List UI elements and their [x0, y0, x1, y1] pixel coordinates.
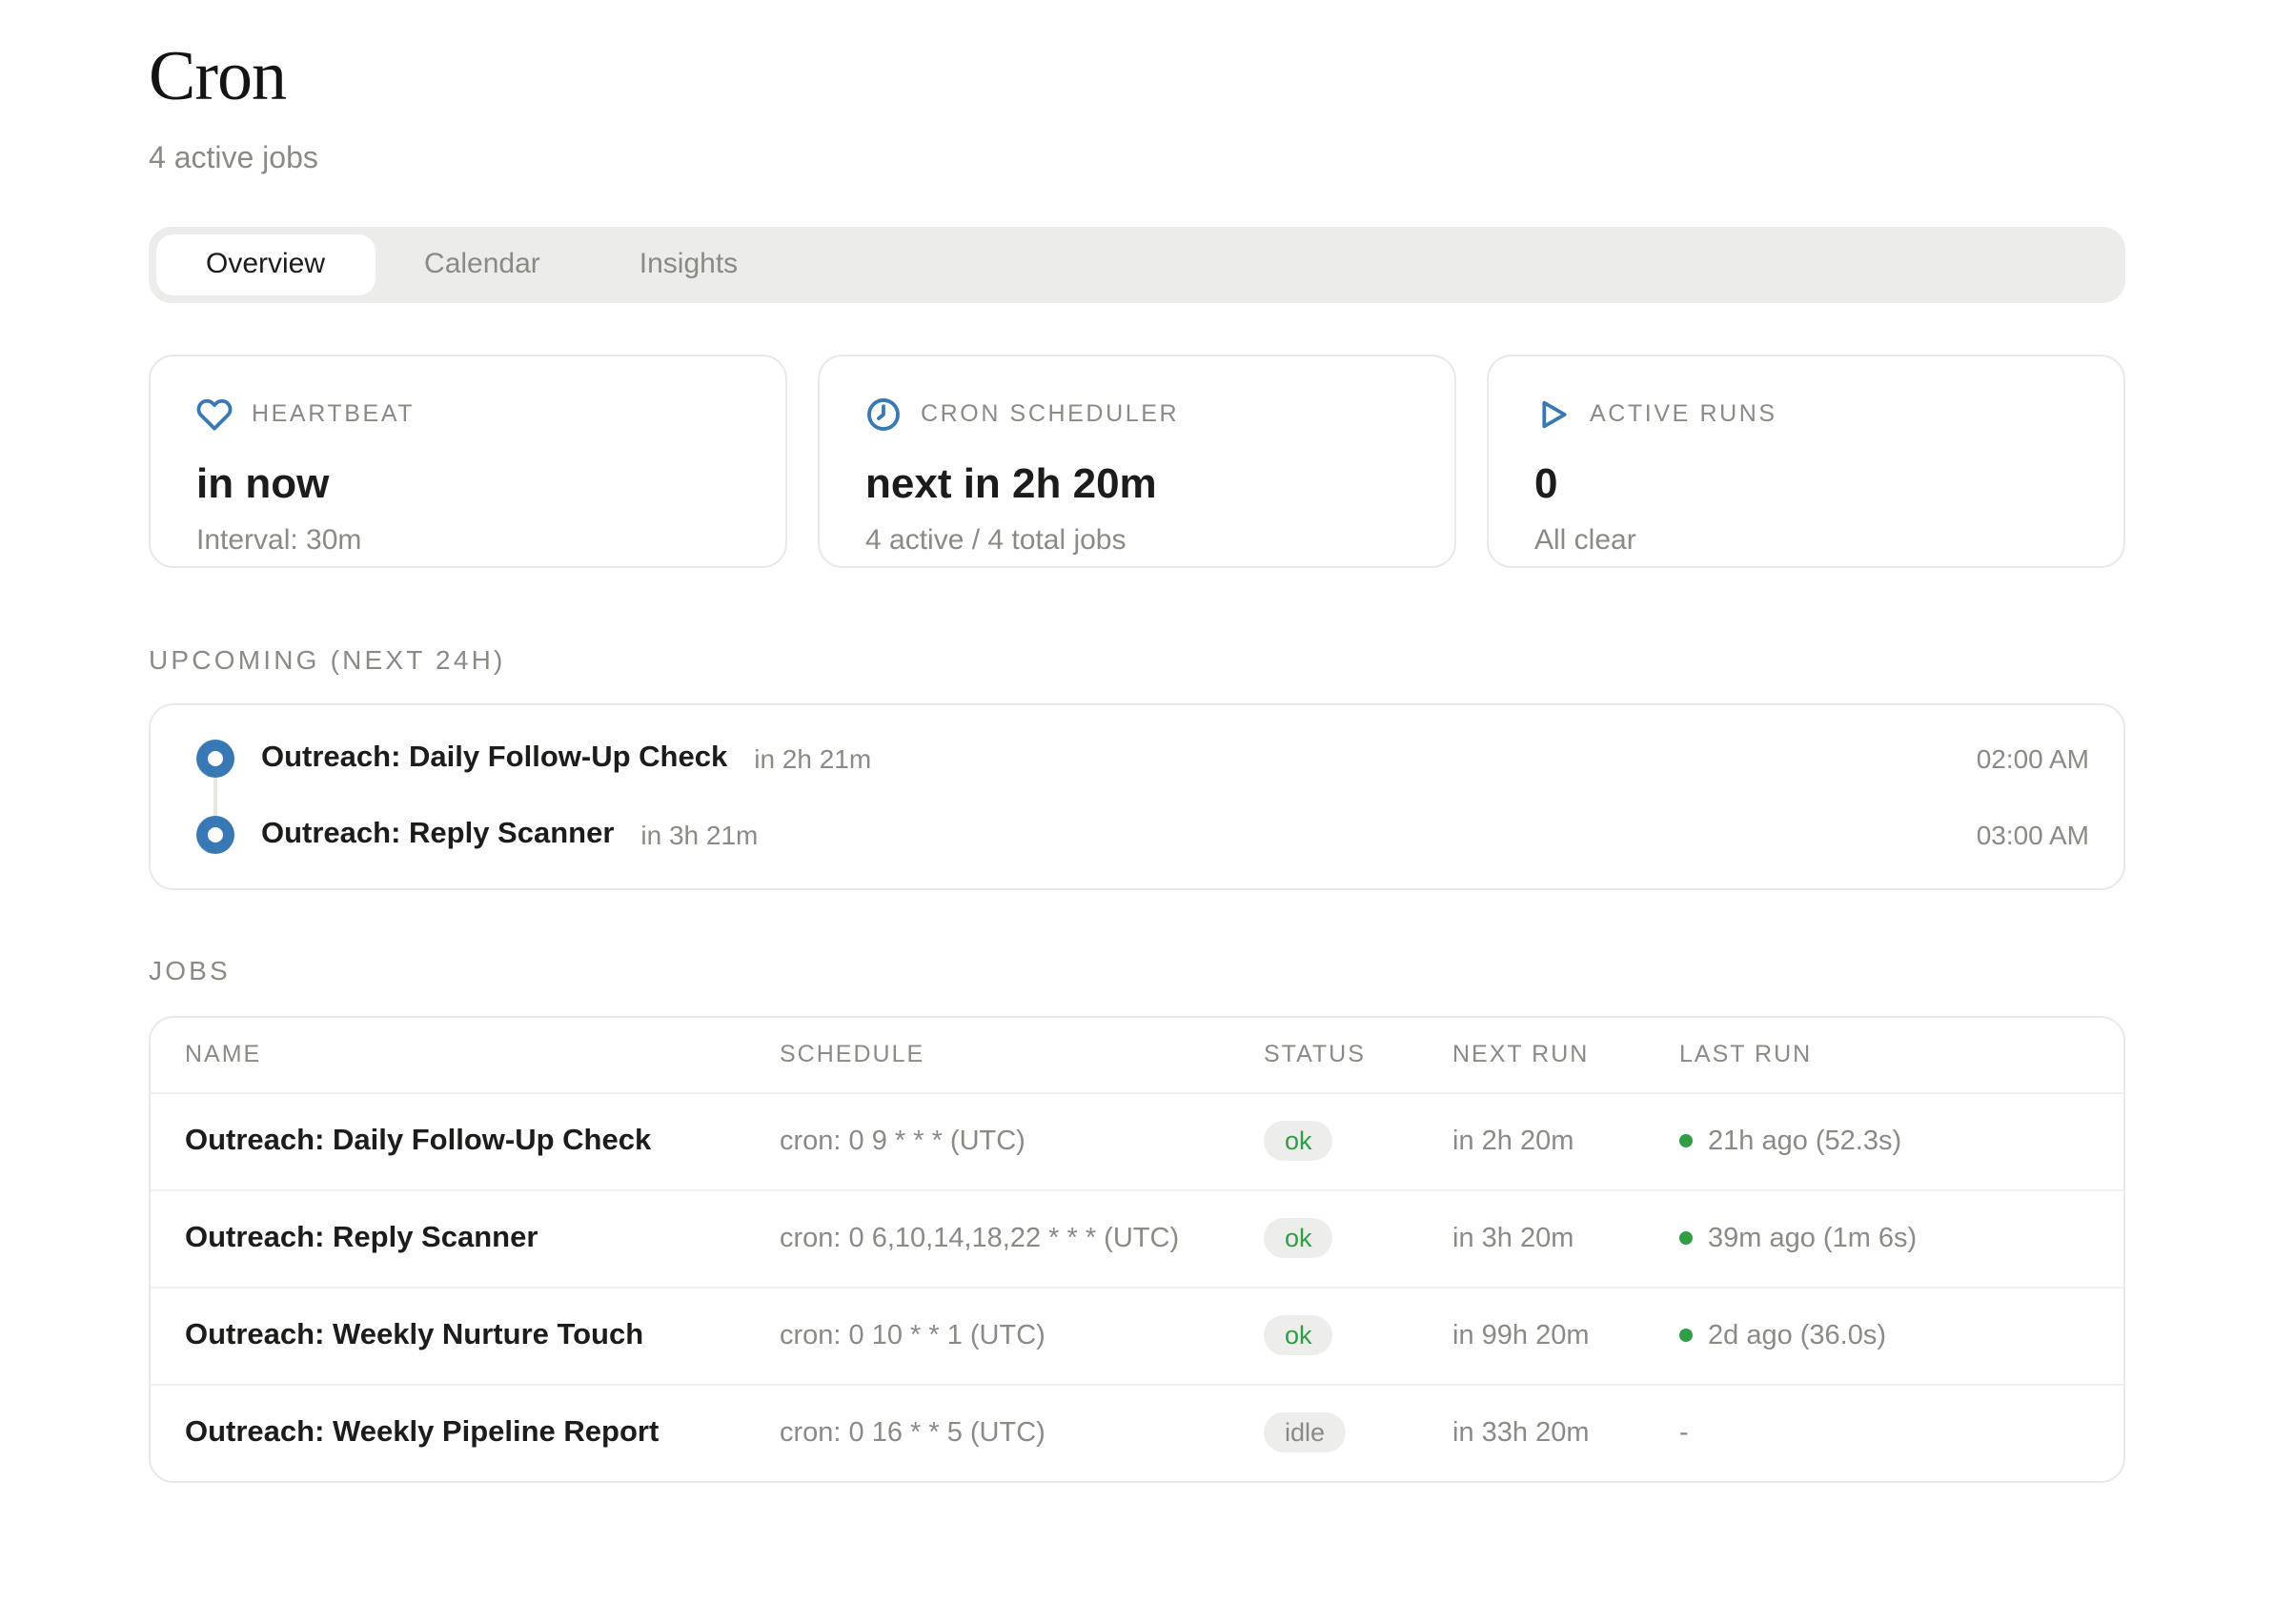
upcoming-item[interactable]: Outreach: Daily Follow-Up Check in 2h 21… [151, 720, 2123, 796]
active-runs-status: All clear [1534, 523, 2078, 556]
timeline-dot-icon [196, 739, 234, 777]
job-name: Outreach: Weekly Pipeline Report [185, 1415, 780, 1450]
column-header-last-run: LAST RUN [1679, 1041, 2089, 1067]
tab-insights[interactable]: Insights [590, 233, 787, 294]
job-next-run: in 99h 20m [1452, 1320, 1679, 1350]
stat-label: HEARTBEAT [252, 400, 415, 427]
table-row[interactable]: Outreach: Daily Follow-Up Check cron: 0 … [151, 1091, 2123, 1188]
stat-label: ACTIVE RUNS [1590, 400, 1777, 427]
upcoming-section-heading: UPCOMING (NEXT 24H) [149, 643, 2125, 674]
job-last-run: 39m ago (1m 6s) [1679, 1223, 2089, 1253]
active-runs-count: 0 [1534, 458, 2078, 508]
job-name: Outreach: Daily Follow-Up Check [185, 1124, 780, 1158]
next-run-value: next in 2h 20m [865, 458, 1409, 508]
job-last-run: 21h ago (52.3s) [1679, 1126, 2089, 1156]
clock-icon [865, 396, 902, 432]
job-schedule: cron: 0 10 * * 1 (UTC) [780, 1320, 1264, 1350]
heartbeat-value: in now [196, 458, 740, 508]
job-schedule: cron: 0 16 * * 5 (UTC) [780, 1417, 1264, 1448]
job-name: Outreach: Weekly Nurture Touch [185, 1318, 780, 1352]
job-last-run: - [1679, 1417, 2089, 1448]
status-badge: ok [1264, 1315, 1333, 1355]
jobs-summary: 4 active / 4 total jobs [865, 523, 1409, 556]
heart-icon [196, 396, 233, 432]
upcoming-clock-time: 02:00 AM [1977, 742, 2089, 773]
status-badge: ok [1264, 1218, 1333, 1258]
job-next-run: in 2h 20m [1452, 1126, 1679, 1156]
page: Cron 4 active jobs Overview Calendar Ins… [0, 40, 2274, 1624]
upcoming-list: Outreach: Daily Follow-Up Check in 2h 21… [149, 702, 2125, 889]
job-last-run: 2d ago (36.0s) [1679, 1320, 2089, 1350]
stat-label: CRON SCHEDULER [921, 400, 1179, 427]
column-header-status: STATUS [1264, 1041, 1452, 1067]
job-schedule: cron: 0 9 * * * (UTC) [780, 1126, 1264, 1156]
heartbeat-card: HEARTBEAT in now Interval: 30m [149, 354, 787, 567]
job-schedule: cron: 0 6,10,14,18,22 * * * (UTC) [780, 1223, 1264, 1253]
status-badge: idle [1264, 1412, 1346, 1452]
tab-bar: Overview Calendar Insights [149, 226, 2125, 302]
upcoming-job-name: Outreach: Reply Scanner [261, 817, 614, 851]
play-icon [1534, 396, 1571, 432]
jobs-section-heading: JOBS [149, 954, 2125, 985]
jobs-table-header: NAME SCHEDULE STATUS NEXT RUN LAST RUN [151, 1017, 2123, 1091]
table-row[interactable]: Outreach: Weekly Nurture Touch cron: 0 1… [151, 1286, 2123, 1383]
tab-calendar[interactable]: Calendar [375, 233, 590, 294]
column-header-schedule: SCHEDULE [780, 1041, 1264, 1067]
table-row[interactable]: Outreach: Reply Scanner cron: 0 6,10,14,… [151, 1188, 2123, 1286]
jobs-table: NAME SCHEDULE STATUS NEXT RUN LAST RUN O… [149, 1015, 2125, 1482]
heartbeat-interval: Interval: 30m [196, 523, 740, 556]
job-next-run: in 3h 20m [1452, 1223, 1679, 1253]
active-jobs-count: 4 active jobs [149, 142, 2125, 176]
success-dot-icon [1679, 1329, 1693, 1342]
stat-cards: HEARTBEAT in now Interval: 30m CRON SCHE… [149, 354, 2125, 567]
column-header-next-run: NEXT RUN [1452, 1041, 1679, 1067]
upcoming-job-name: Outreach: Daily Follow-Up Check [261, 741, 727, 775]
status-badge: ok [1264, 1121, 1333, 1161]
upcoming-relative-time: in 3h 21m [640, 819, 758, 849]
cron-scheduler-card: CRON SCHEDULER next in 2h 20m 4 active /… [818, 354, 1456, 567]
upcoming-item[interactable]: Outreach: Reply Scanner in 3h 21m 03:00 … [151, 796, 2123, 872]
success-dot-icon [1679, 1134, 1693, 1147]
success-dot-icon [1679, 1231, 1693, 1245]
job-name: Outreach: Reply Scanner [185, 1221, 780, 1255]
upcoming-clock-time: 03:00 AM [1977, 819, 2089, 849]
table-row[interactable]: Outreach: Weekly Pipeline Report cron: 0… [151, 1383, 2123, 1480]
tab-overview[interactable]: Overview [156, 233, 375, 294]
timeline-dot-icon [196, 815, 234, 853]
page-title: Cron [149, 40, 2125, 117]
upcoming-relative-time: in 2h 21m [754, 742, 871, 773]
active-runs-card: ACTIVE RUNS 0 All clear [1487, 354, 2125, 567]
column-header-name: NAME [185, 1041, 780, 1067]
job-next-run: in 33h 20m [1452, 1417, 1679, 1448]
